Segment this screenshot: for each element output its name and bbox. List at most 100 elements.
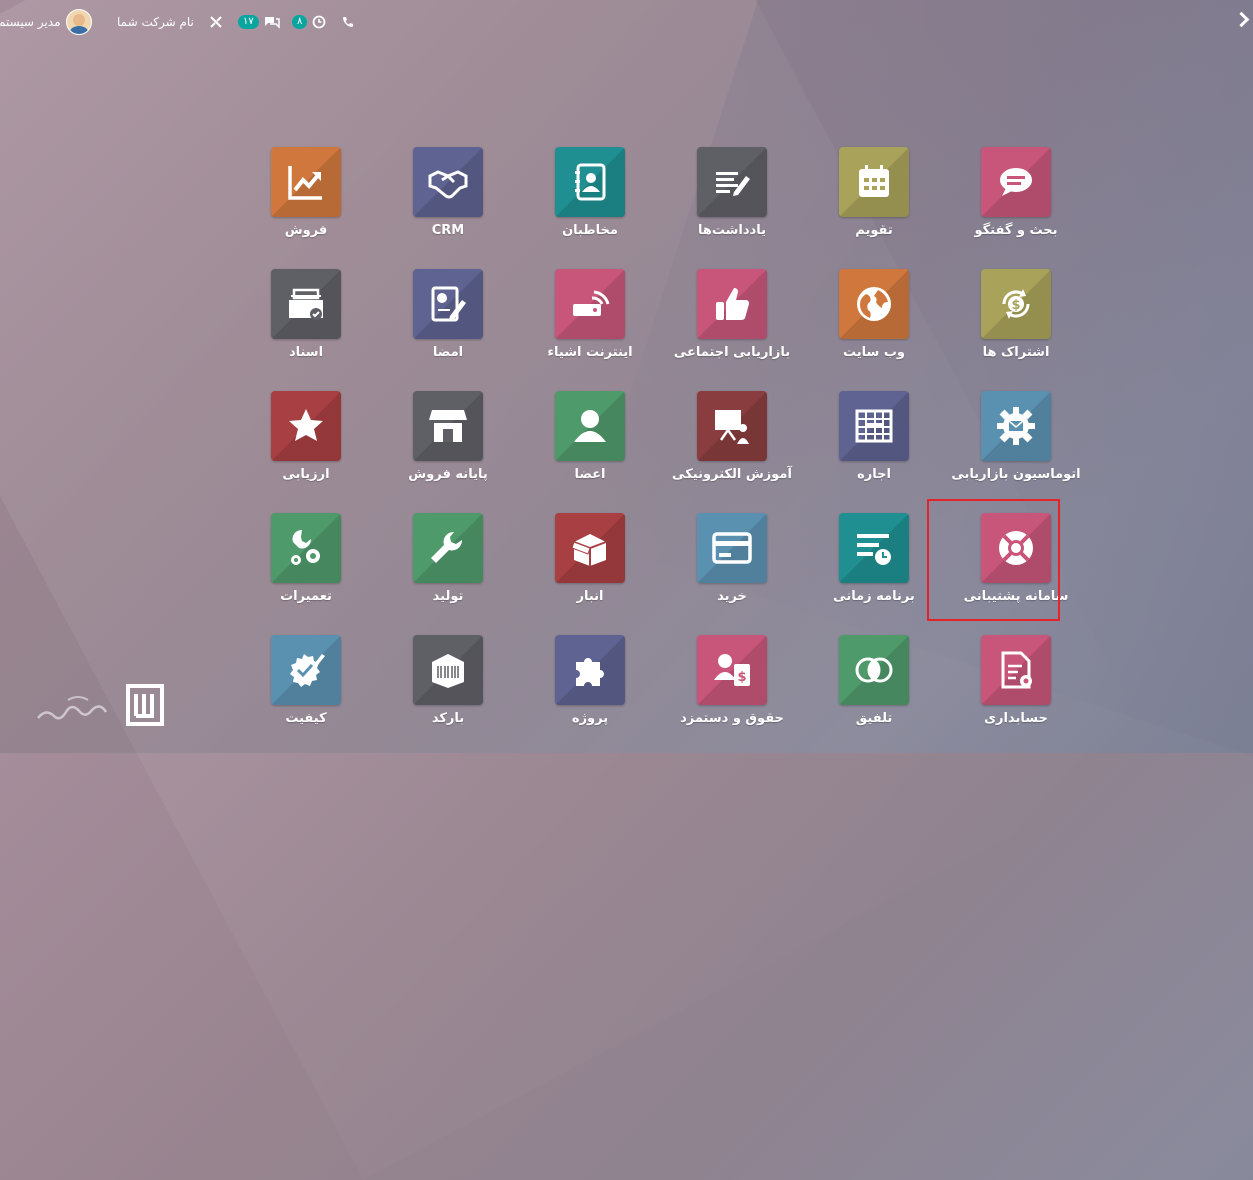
selection-highlight [927,499,1060,621]
handshake-icon [413,147,483,217]
payroll-icon: $ [697,635,767,705]
app-document-tray[interactable]: اسناد [235,269,377,379]
app-label: اشتراک ها [982,345,1050,360]
user-icon [555,391,625,461]
puzzle-icon [555,635,625,705]
app-address-book[interactable]: مخاطبان [519,147,661,257]
activities-badge: ۸ [292,15,308,29]
app-rental-grid[interactable]: اجاره [803,391,945,501]
app-label: برنامه زمانی [833,589,915,604]
user-menu[interactable]: مدیر سیستم [0,9,92,35]
messages-badge: ۱۷ [238,15,259,29]
app-label: تولید [432,589,464,604]
user-name: مدیر سیستم [0,15,61,29]
app-calendar[interactable]: تقویم [803,147,945,257]
app-presentation[interactable]: آموزش الکترونیکی [661,391,803,501]
circles-icon [839,635,909,705]
app-quality-badge[interactable]: کیفیت [235,635,377,745]
app-label: اسناد [288,345,324,360]
wrench-gears-icon [271,513,341,583]
dollar-cycle-icon: $ [981,269,1051,339]
app-label: تلفیق [855,711,893,726]
app-label: پروژه [571,711,609,726]
calendar-icon [839,147,909,217]
company-name: نام شرکت شما [117,15,194,29]
barcode-box-icon [413,635,483,705]
app-handshake[interactable]: CRM [377,147,519,257]
app-label: بارکد [431,711,465,726]
app-thumbs-up[interactable]: بازاریابی اجتماعی [661,269,803,379]
box-icon [555,513,625,583]
star-icon [271,391,341,461]
app-label: تقویم [855,223,893,238]
app-credit-card[interactable]: خرید [661,513,803,623]
company-switcher[interactable]: نام شرکت شما [117,10,194,34]
app-store[interactable]: پایانه فروش [377,391,519,501]
store-icon [413,391,483,461]
wrench-icon [413,513,483,583]
app-box[interactable]: انبار [519,513,661,623]
notes-pen-icon [697,147,767,217]
thumbs-up-icon [697,269,767,339]
invoice-icon [981,635,1051,705]
planning-icon [839,513,909,583]
app-label: انبار [576,589,604,604]
chart-up-icon [271,147,341,217]
credit-card-icon [697,513,767,583]
app-iot-device[interactable]: اینترنت اشیاء [519,269,661,379]
app-label: اتوماسیون بازاریابی [951,467,1081,482]
chat-icon [264,17,280,29]
app-sign-document[interactable]: امضا [377,269,519,379]
app-chart-up[interactable]: فروش [235,147,377,257]
app-payroll[interactable]: $ حقوق و دستمزد [661,635,803,745]
app-label: حسابداری [984,711,1048,726]
watermark-logo [37,684,164,726]
messages-menu[interactable]: ۱۷ [238,10,280,34]
app-gear-mail[interactable]: اتوماسیون بازاریابی [945,391,1087,501]
app-wrench-gears[interactable]: تعمیرات [235,513,377,623]
sign-document-icon [413,269,483,339]
app-label: اعضا [574,467,606,482]
document-tray-icon [271,269,341,339]
app-star[interactable]: ارزیابی [235,391,377,501]
presentation-icon [697,391,767,461]
gear-mail-icon [981,391,1051,461]
app-invoice[interactable]: حسابداری [945,635,1087,745]
activities-menu[interactable]: ۸ [292,10,326,34]
app-planning[interactable]: برنامه زمانی [803,513,945,623]
debug-tools-icon[interactable] [209,10,223,34]
app-label: فروش [284,223,328,238]
globe-icon [839,269,909,339]
app-label: امضا [432,345,464,360]
app-label: حقوق و دستمزد [680,711,784,726]
app-user[interactable]: اعضا [519,391,661,501]
app-label: کیفیت [285,711,327,726]
app-chat-bubble[interactable]: بحث و گفتگو [945,147,1087,257]
chat-bubble-icon [981,147,1051,217]
app-label: آموزش الکترونیکی [672,467,792,482]
top-bar: مدیر سیستم نام شرکت شما ۱۷ ۸ [0,0,1253,44]
app-label: تعمیرات [280,589,332,604]
app-circles[interactable]: تلفیق [803,635,945,745]
address-book-icon [555,147,625,217]
quality-badge-icon [271,635,341,705]
rental-grid-icon [839,391,909,461]
avatar [65,9,92,35]
app-label: وب سایت [843,345,905,360]
clock-icon [312,15,326,29]
app-notes-pen[interactable]: یادداشت‌ها [661,147,803,257]
phone-icon[interactable] [342,10,354,34]
app-label: یادداشت‌ها [697,223,766,238]
app-puzzle[interactable]: پروژه [519,635,661,745]
chevron-right-icon[interactable] [1233,11,1250,28]
app-wrench[interactable]: تولید [377,513,519,623]
app-label: ارزیابی [282,467,330,482]
app-label: مخاطبان [562,223,618,238]
app-dollar-cycle[interactable]: $ اشتراک ها [945,269,1087,379]
app-label: بحث و گفتگو [974,223,1058,238]
app-barcode-box[interactable]: بارکد [377,635,519,745]
svg-text:$: $ [737,670,746,685]
app-globe[interactable]: وب سایت [803,269,945,379]
svg-text:$: $ [1011,298,1020,313]
app-label: اجاره [857,467,891,482]
